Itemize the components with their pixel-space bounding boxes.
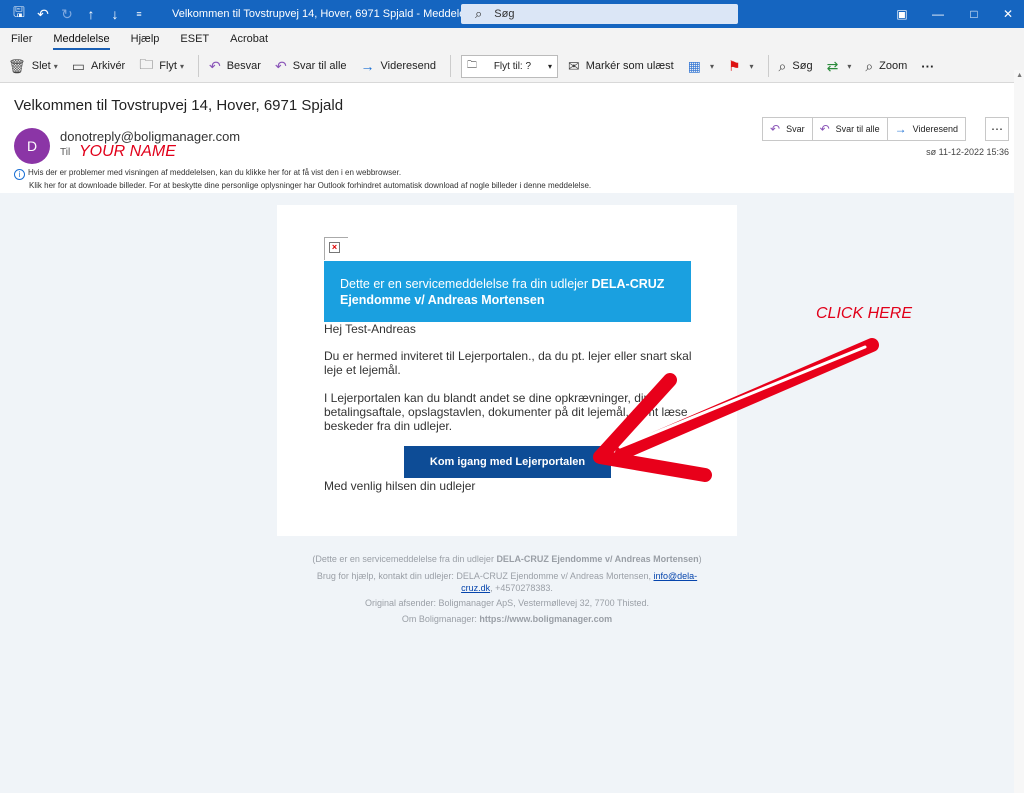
divider — [197, 55, 199, 77]
chevron-down-icon: ▾ — [709, 61, 714, 71]
chevron-down-icon: ▾ — [547, 61, 552, 71]
message-subject: Velkommen til Tovstrupvej 14, Hover, 697… — [14, 97, 344, 114]
translate-icon: ⇄ — [826, 57, 839, 74]
reply-all-button[interactable]: ↶ Svar til alle — [813, 118, 888, 140]
zoom-icon: ⌕ — [865, 57, 874, 74]
archive-icon: ▭ — [71, 57, 85, 74]
search-icon: ⌕ — [778, 57, 787, 74]
translate-button[interactable]: ⇄ ▾ — [827, 58, 852, 75]
categorize-icon: ▦ — [687, 57, 701, 74]
message-header: Velkommen til Tovstrupvej 14, Hover, 697… — [0, 83, 1024, 193]
chevron-down-icon: ▾ — [53, 61, 58, 71]
redo-icon[interactable]: ↻ — [56, 3, 78, 25]
search-button[interactable]: ⌕ Søg — [779, 58, 813, 75]
undo-icon[interactable]: ↶ — [32, 3, 54, 25]
tab-eset[interactable]: ESET — [180, 33, 209, 45]
move-to-icon: 🗀 — [466, 59, 477, 71]
scrollbar[interactable] — [1014, 70, 1024, 793]
broken-image-placeholder[interactable]: × — [324, 237, 348, 260]
info-line-browser[interactable]: Hvis der er problemer med visningen af m… — [28, 168, 401, 177]
chevron-down-icon: ▾ — [847, 61, 852, 71]
move-to-dropdown[interactable]: 🗀 Flyt til: ? ▾ — [460, 54, 558, 78]
forward-icon: → — [894, 122, 907, 136]
delete-button[interactable]: 🗑 Slet ▾ — [8, 58, 58, 75]
search-icon: ⌕ — [475, 6, 483, 21]
menu-bar: Filer Meddelelse Hjælp ESET Acrobat — [0, 28, 1024, 50]
boligmanager-link[interactable]: https://www.boligmanager.com — [479, 614, 612, 624]
flag-icon: ⚑ — [727, 57, 741, 74]
forward-button[interactable]: → Videresend — [361, 58, 436, 74]
ribbon-display-icon[interactable]: ▣ — [884, 0, 920, 28]
info-line-images[interactable]: Klik her for at downloade billeder. For … — [14, 180, 591, 191]
footer-service-notice: (Dette er en servicemeddelelse fra din u… — [312, 554, 702, 564]
scroll-up-icon[interactable]: ▲ — [1016, 72, 1023, 79]
info-bar[interactable]: i Hvis der er problemer med visningen af … — [14, 167, 591, 191]
next-item-icon[interactable]: ↓ — [104, 3, 126, 25]
flag-button[interactable]: ⚑ ▾ — [728, 58, 754, 75]
message-date: sø 11-12-2022 15:36 — [926, 147, 1009, 157]
footer-contact: Brug for hjælp, kontakt din udlejer: DEL… — [316, 571, 698, 593]
chevron-down-icon: ▾ — [179, 61, 184, 71]
more-icon: ··· — [921, 58, 935, 74]
search-placeholder: Søg — [494, 8, 515, 20]
close-button[interactable]: ✕ — [990, 0, 1024, 28]
sender-address[interactable]: donotreply@boligmanager.com — [60, 129, 240, 144]
message-actions: ↶ Svar ↶ Svar til alle → Videresend — [762, 117, 967, 141]
trash-icon: 🗑 — [8, 57, 26, 74]
footer-sender: Original afsender: Boligmanager ApS, Ves… — [365, 598, 649, 608]
envelope-icon: ✉ — [567, 57, 580, 74]
reply-button[interactable]: ↶ Svar — [763, 118, 813, 140]
divider — [449, 55, 451, 77]
broken-image-icon: × — [329, 242, 340, 253]
divider — [767, 55, 769, 77]
more-actions-button[interactable]: ⋯ — [985, 117, 1009, 141]
tab-acrobat[interactable]: Acrobat — [230, 33, 268, 45]
reply-button[interactable]: ↶ Besvar — [209, 58, 261, 75]
footer-about: Om Boligmanager: https://www.boligmanage… — [401, 614, 613, 624]
recipient-name: YOUR NAME — [79, 143, 176, 160]
red-arrow-icon — [593, 338, 879, 482]
reply-all-button[interactable]: ↶ Svar til alle — [275, 58, 347, 75]
previous-item-icon[interactable]: ↑ — [80, 3, 102, 25]
chevron-down-icon: ▾ — [749, 61, 754, 71]
customize-toolbar-icon[interactable]: ≡ — [128, 3, 150, 25]
move-folder-icon: 🗀 — [139, 56, 154, 72]
service-banner: Dette er en servicemeddelelse fra din ud… — [324, 261, 691, 322]
tab-filer[interactable]: Filer — [11, 33, 32, 45]
more-icon: ⋯ — [991, 122, 1003, 136]
forward-button[interactable]: → Videresend — [888, 118, 965, 140]
categorize-button[interactable]: ▦ ▾ — [688, 58, 714, 75]
move-button[interactable]: 🗀 Flyt ▾ — [139, 54, 184, 78]
tab-meddelelse[interactable]: Meddelelse — [53, 33, 110, 50]
minimize-button[interactable]: — — [920, 0, 956, 28]
maximize-button[interactable]: □ — [956, 0, 992, 28]
to-label: Til — [60, 147, 71, 158]
info-icon: i — [14, 169, 25, 180]
tab-hjaelp[interactable]: Hjælp — [131, 33, 160, 45]
reply-icon: ↶ — [208, 57, 221, 74]
search-box[interactable]: ⌕ Søg — [461, 4, 738, 24]
click-here-annotation: CLICK HERE — [816, 305, 913, 322]
zoom-button[interactable]: ⌕ Zoom — [865, 58, 907, 75]
archive-button[interactable]: ▭ Arkivér — [72, 58, 125, 75]
ribbon: 🗑 Slet ▾ ▭ Arkivér 🗀 Flyt ▾ ↶ Besvar ↶ Sva… — [0, 50, 1024, 83]
reply-all-icon: ↶ — [819, 122, 830, 136]
mark-unread-button[interactable]: ✉ Markér som ulæst — [568, 58, 674, 75]
greeting: Hej Test-Andreas — [324, 322, 416, 336]
more-options-button[interactable]: ··· — [921, 59, 934, 74]
reply-all-icon: ↶ — [274, 57, 287, 74]
reply-icon: ↶ — [770, 122, 781, 136]
avatar[interactable]: D — [14, 128, 50, 164]
forward-icon: → — [360, 58, 375, 74]
save-icon[interactable]: 🖫 — [8, 3, 30, 25]
